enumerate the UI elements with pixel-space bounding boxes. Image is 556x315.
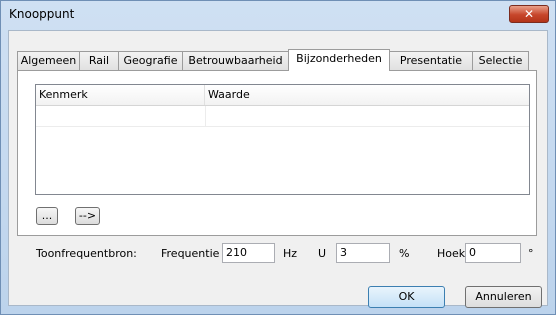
- grid-header: Kenmerk Waarde: [36, 85, 529, 106]
- arrow-button[interactable]: -->: [75, 207, 100, 225]
- column-header-kenmerk[interactable]: Kenmerk: [36, 85, 205, 105]
- angle-unit: °: [528, 247, 534, 260]
- u-unit: %: [399, 247, 410, 260]
- tab-betrouwbaarheid[interactable]: Betrouwbaarheid: [182, 51, 289, 70]
- table-row[interactable]: [36, 106, 529, 127]
- window-title: Knooppunt: [9, 7, 75, 21]
- tone-source-label: Toonfrequentbron:: [36, 247, 137, 260]
- tab-geografie[interactable]: Geografie: [118, 51, 183, 70]
- frequency-field[interactable]: 210: [222, 243, 275, 263]
- u-field[interactable]: 3: [336, 243, 390, 263]
- tab-bijzonderheden[interactable]: Bijzonderheden: [288, 49, 390, 71]
- cancel-button[interactable]: Annuleren: [465, 286, 542, 308]
- tab-rail[interactable]: Rail: [79, 51, 119, 70]
- ok-button[interactable]: OK: [368, 286, 445, 308]
- close-button[interactable]: ✕: [509, 5, 549, 23]
- tab-algemeen[interactable]: Algemeen: [17, 51, 80, 70]
- browse-button[interactable]: ...: [36, 207, 58, 225]
- cell-divider: [205, 106, 206, 126]
- tab-selectie[interactable]: Selectie: [472, 51, 529, 70]
- frequency-unit: Hz: [283, 247, 298, 260]
- u-label: U: [318, 247, 327, 260]
- column-header-waarde[interactable]: Waarde: [205, 85, 529, 105]
- tab-presentatie[interactable]: Presentatie: [389, 51, 473, 70]
- title-bar[interactable]: Knooppunt ✕: [1, 1, 555, 29]
- angle-field[interactable]: 0: [465, 243, 521, 263]
- close-icon: ✕: [523, 7, 535, 21]
- frequency-label: Frequentie: [161, 247, 220, 260]
- angle-label: Hoek: [437, 247, 466, 260]
- properties-grid[interactable]: Kenmerk Waarde: [35, 84, 530, 195]
